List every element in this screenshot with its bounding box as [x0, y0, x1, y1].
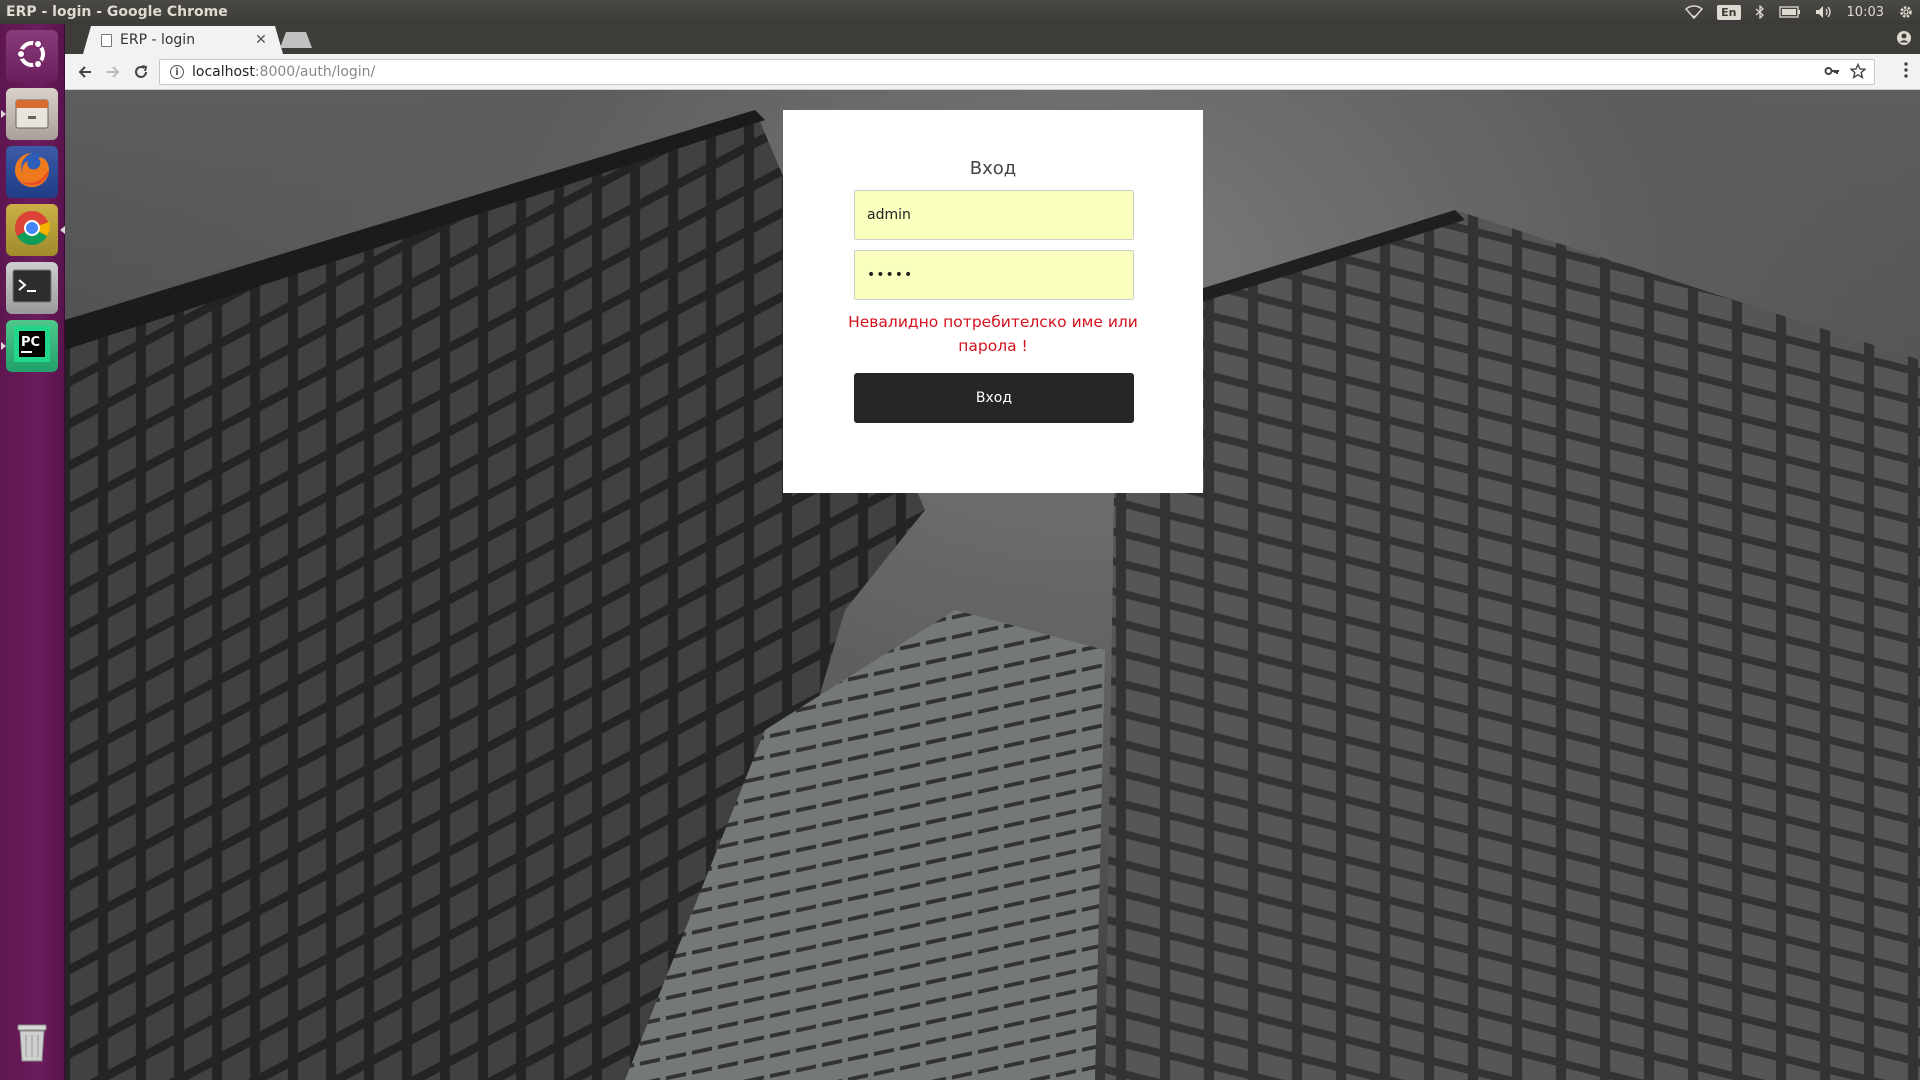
clock[interactable]: 10:03: [1847, 5, 1884, 20]
window-title: ERP - login - Google Chrome: [6, 4, 228, 20]
more-menu-icon[interactable]: [1904, 62, 1908, 82]
url-path: :8000/auth/login/: [254, 64, 376, 80]
login-error-message: Невалидно потребителско име или парола !: [848, 313, 1138, 355]
trash-icon: [12, 1019, 52, 1069]
key-icon[interactable]: [1824, 63, 1840, 83]
profile-icon[interactable]: [1896, 30, 1912, 50]
svg-text:PC: PC: [21, 335, 40, 350]
forward-arrow-icon[interactable]: [101, 60, 125, 84]
new-tab-button[interactable]: [280, 32, 312, 48]
omnibox-actions: [1824, 62, 1867, 83]
launcher-item-pycharm[interactable]: PC: [1, 320, 58, 372]
close-icon[interactable]: ✕: [253, 32, 269, 48]
login-button[interactable]: Вход: [854, 373, 1134, 423]
launcher-item-dash[interactable]: [6, 30, 58, 82]
page-viewport: Вход Невалидно потребителско име или пар…: [65, 90, 1920, 1080]
pycharm-icon: PC: [12, 324, 52, 368]
firefox-icon: [11, 149, 53, 195]
chrome-window: ERP - login ✕ i localhost:8000/auth/logi…: [65, 24, 1920, 1080]
keyboard-layout-indicator[interactable]: En: [1717, 4, 1741, 20]
username-input[interactable]: [854, 190, 1134, 240]
launcher-item-terminal[interactable]: [6, 262, 58, 314]
address-bar[interactable]: i localhost:8000/auth/login/: [159, 59, 1875, 85]
login-title: Вход: [969, 158, 1017, 179]
chrome-icon: [12, 208, 52, 252]
ubuntu-logo-icon: [14, 36, 50, 76]
launcher-item-trash[interactable]: [6, 1018, 58, 1070]
browser-tab[interactable]: ERP - login ✕: [83, 26, 283, 54]
running-indicator: [1, 110, 6, 118]
star-icon[interactable]: [1849, 62, 1867, 83]
reload-icon[interactable]: [129, 60, 153, 84]
page-icon: [101, 33, 112, 47]
gear-icon[interactable]: [1898, 4, 1914, 20]
file-cabinet-icon: [12, 92, 52, 136]
launcher-item-chrome[interactable]: [6, 204, 65, 256]
running-indicator: [1, 342, 6, 350]
login-card: Вход Невалидно потребителско име или пар…: [783, 110, 1203, 493]
terminal-icon: [12, 269, 52, 307]
back-arrow-icon[interactable]: [73, 60, 97, 84]
unity-launcher: PC: [0, 24, 65, 1080]
tab-strip: ERP - login ✕: [65, 24, 1920, 54]
volume-icon[interactable]: [1815, 5, 1833, 19]
url-host: localhost: [192, 64, 255, 80]
battery-icon[interactable]: [1778, 6, 1801, 18]
browser-toolbar: i localhost:8000/auth/login/: [65, 54, 1920, 90]
wifi-icon[interactable]: [1685, 5, 1704, 19]
tab-title: ERP - login: [120, 32, 196, 48]
bluetooth-icon[interactable]: [1755, 5, 1765, 19]
password-input[interactable]: [854, 250, 1134, 300]
system-top-panel: ERP - login - Google Chrome En 10:03: [0, 0, 1920, 24]
launcher-item-firefox[interactable]: [6, 146, 58, 198]
info-icon[interactable]: i: [170, 65, 184, 79]
launcher-item-files[interactable]: [1, 88, 58, 140]
system-tray: En 10:03: [1685, 0, 1914, 24]
